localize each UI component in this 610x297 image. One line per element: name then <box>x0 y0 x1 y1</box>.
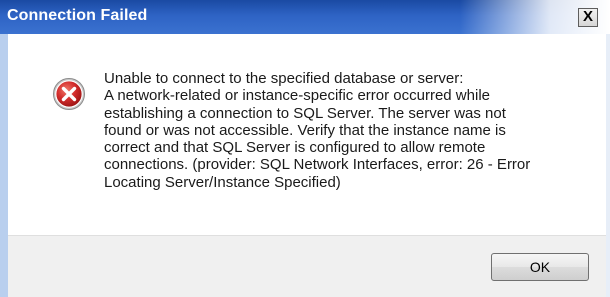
window-frame-right <box>606 34 610 297</box>
window-frame-left <box>0 34 8 297</box>
error-icon <box>53 78 85 110</box>
close-button[interactable]: X <box>578 8 598 27</box>
error-message: Unable to connect to the specified datab… <box>104 70 531 191</box>
close-icon: X <box>582 8 593 25</box>
ok-button[interactable]: OK <box>491 253 589 281</box>
dialog-title: Connection Failed <box>7 7 148 24</box>
connection-failed-dialog: Connection Failed X Unable to connect to… <box>0 0 610 297</box>
dialog-footer: OK <box>8 235 606 297</box>
title-bar[interactable]: Connection Failed X <box>0 0 610 34</box>
